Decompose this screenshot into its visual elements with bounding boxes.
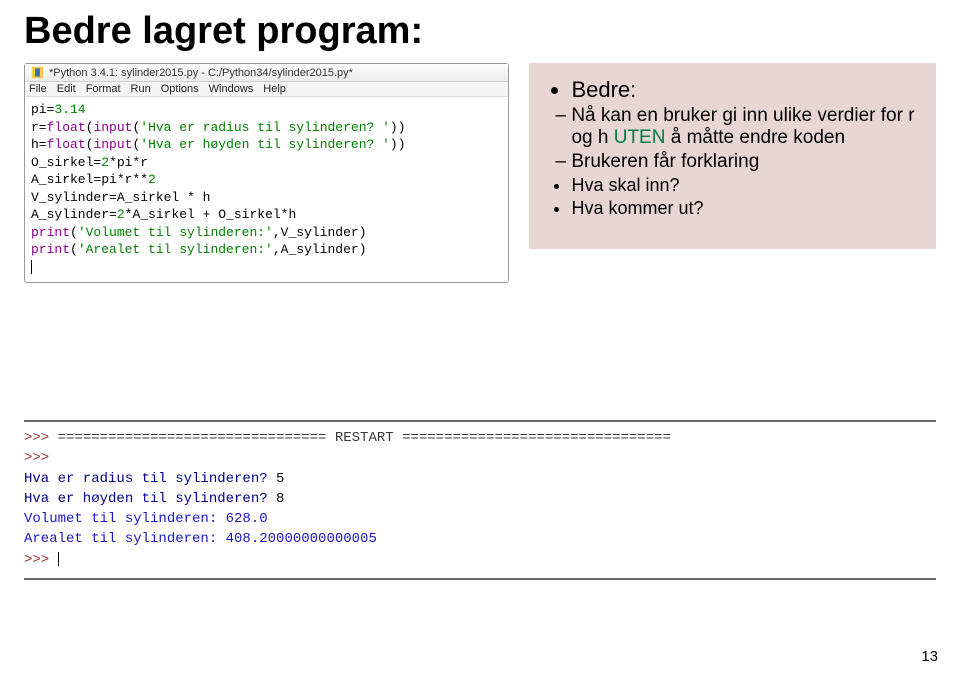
menu-options[interactable]: Options bbox=[161, 83, 199, 95]
page-number: 13 bbox=[921, 648, 938, 665]
shell-restart: ================================ RESTART… bbox=[58, 430, 671, 446]
code-editor[interactable]: pi=3.14 r=float(input('Hva er radius til… bbox=[25, 97, 508, 282]
window-title: *Python 3.4.1: sylinder2015.py - C:/Pyth… bbox=[49, 67, 353, 79]
shell-prompt: >>> bbox=[24, 450, 49, 466]
shell-line: Arealet til sylinderen: 408.200000000000… bbox=[24, 531, 377, 547]
menu-file[interactable]: File bbox=[29, 83, 47, 95]
callout-header: Bedre: bbox=[571, 77, 918, 103]
shell-prompt: >>> bbox=[24, 552, 58, 568]
shell-cursor bbox=[58, 552, 59, 566]
idle-editor-window: *Python 3.4.1: sylinder2015.py - C:/Pyth… bbox=[24, 63, 509, 283]
callout-item-1: Nå kan en bruker gi inn ulike verdier fo… bbox=[571, 105, 918, 149]
menu-format[interactable]: Format bbox=[86, 83, 121, 95]
shell-line: Hva er radius til sylinderen? bbox=[24, 471, 276, 487]
menu-run[interactable]: Run bbox=[131, 83, 151, 95]
menu-help[interactable]: Help bbox=[263, 83, 286, 95]
explanation-callout: Bedre: Nå kan en bruker gi inn ulike ver… bbox=[529, 63, 936, 249]
menu-windows[interactable]: Windows bbox=[209, 83, 254, 95]
python-idle-icon bbox=[31, 66, 44, 79]
callout-sub-1: Hva skal inn? bbox=[571, 175, 918, 196]
menu-edit[interactable]: Edit bbox=[57, 83, 76, 95]
idle-menubar: File Edit Format Run Options Windows Hel… bbox=[25, 82, 508, 97]
shell-prompt: >>> bbox=[24, 430, 58, 446]
slide-title: Bedre lagret program: bbox=[24, 10, 936, 53]
shell-line: Hva er høyden til sylinderen? bbox=[24, 491, 276, 507]
text-cursor bbox=[31, 260, 32, 274]
shell-user-input: 8 bbox=[276, 491, 284, 507]
idle-titlebar: *Python 3.4.1: sylinder2015.py - C:/Pyth… bbox=[25, 64, 508, 82]
shell-line: Volumet til sylinderen: 628.0 bbox=[24, 511, 268, 527]
shell-user-input: 5 bbox=[276, 471, 284, 487]
callout-sub-2: Hva kommer ut? bbox=[571, 198, 918, 219]
callout-item-2: Brukeren får forklaring bbox=[571, 151, 918, 173]
shell-output: >>> ================================ RES… bbox=[24, 420, 936, 580]
